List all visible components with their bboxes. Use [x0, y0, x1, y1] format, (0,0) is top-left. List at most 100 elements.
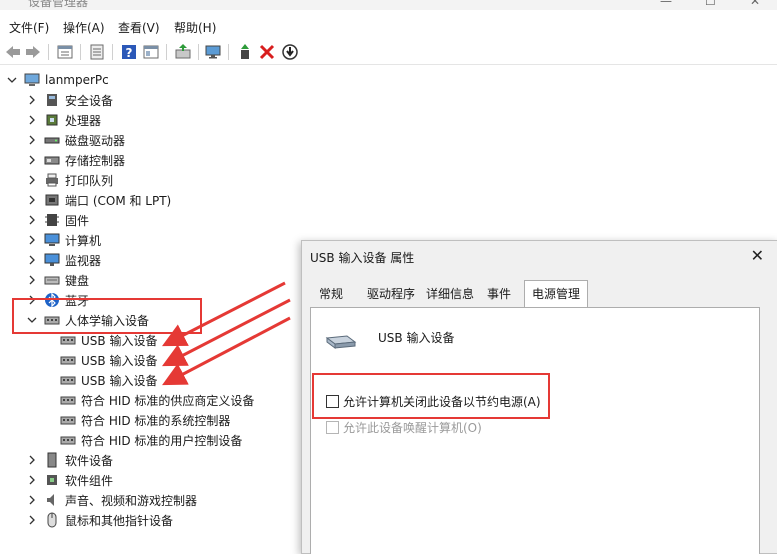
- tree-category[interactable]: 磁盘驱动器: [26, 130, 125, 150]
- back-icon[interactable]: [4, 43, 22, 61]
- tree-category[interactable]: 监视器: [26, 250, 101, 270]
- properties-icon[interactable]: [56, 43, 74, 61]
- toolbar-separator: [112, 44, 113, 60]
- tree-device[interactable]: 符合 HID 标准的系统控制器: [60, 410, 230, 430]
- chevron-right-icon[interactable]: [26, 254, 38, 266]
- tree-category[interactable]: 存储控制器: [26, 150, 125, 170]
- menu-bar: 文件(F) 操作(A) 查看(V) 帮助(H): [0, 14, 777, 38]
- tree-category[interactable]: 安全设备: [26, 90, 113, 110]
- tree-category-label: 打印队列: [65, 173, 114, 188]
- chevron-right-icon[interactable]: [26, 514, 38, 526]
- tree-category-label: 监视器: [65, 253, 102, 268]
- tree-device[interactable]: 符合 HID 标准的用户控制设备: [60, 430, 242, 450]
- update-driver-icon[interactable]: [174, 43, 192, 61]
- chevron-right-icon[interactable]: [26, 174, 38, 186]
- tree-category[interactable]: 键盘: [26, 270, 89, 290]
- toolbar-separator: [48, 44, 49, 60]
- tree-category[interactable]: 处理器: [26, 110, 101, 130]
- storage-controller-icon: [44, 156, 60, 165]
- tab-details[interactable]: 详细信息: [424, 283, 476, 305]
- chevron-right-icon[interactable]: [26, 154, 38, 166]
- menu-view[interactable]: 查看(V): [118, 19, 160, 36]
- tree-device-label: 符合 HID 标准的用户控制设备: [81, 433, 243, 448]
- chevron-right-icon[interactable]: [26, 194, 38, 206]
- hid-device-icon: [60, 416, 76, 425]
- tree-category-label: 存储控制器: [65, 153, 126, 168]
- tree-device[interactable]: 符合 HID 标准的供应商定义设备: [60, 390, 254, 410]
- chevron-right-icon[interactable]: [26, 494, 38, 506]
- sound-icon: [47, 494, 54, 506]
- menu-help[interactable]: 帮助(H): [174, 19, 216, 36]
- tree-category-label: 处理器: [65, 113, 102, 128]
- uninstall-icon[interactable]: [258, 43, 276, 61]
- hid-device-icon: [60, 396, 76, 405]
- chevron-right-icon[interactable]: [26, 114, 38, 126]
- tree-category-label: 声音、视频和游戏控制器: [65, 493, 198, 508]
- hid-device-icon: [60, 336, 76, 345]
- chevron-right-icon[interactable]: [26, 214, 38, 226]
- toolbar-separator: [228, 44, 229, 60]
- tab-events[interactable]: 事件: [482, 283, 516, 305]
- toolbar: ?: [0, 40, 777, 65]
- tree-category[interactable]: 固件: [26, 210, 89, 230]
- toolbar-separator: [198, 44, 199, 60]
- printer-icon: [46, 173, 58, 187]
- menu-file[interactable]: 文件(F): [9, 19, 49, 36]
- tree-category[interactable]: 声音、视频和游戏控制器: [26, 490, 197, 510]
- show-hidden-icon[interactable]: [88, 43, 106, 61]
- minimize-button[interactable]: —: [660, 0, 672, 8]
- tree-device[interactable]: USB 输入设备: [60, 350, 157, 370]
- tree-category[interactable]: 软件设备: [26, 450, 113, 470]
- highlight-power-option: [312, 373, 550, 419]
- forward-icon[interactable]: [24, 43, 42, 61]
- tree-category[interactable]: 鼠标和其他指针设备: [26, 510, 173, 530]
- mouse-icon: [47, 512, 57, 528]
- view-icon[interactable]: [142, 43, 160, 61]
- highlight-hid-category: [12, 298, 202, 334]
- tab-general[interactable]: 常规: [314, 283, 348, 305]
- tree-category[interactable]: 软件组件: [26, 470, 113, 490]
- enable-device-icon[interactable]: [236, 43, 254, 61]
- dialog-close-button[interactable]: ✕: [751, 246, 764, 265]
- tree-category[interactable]: 端口 (COM 和 LPT): [26, 190, 171, 210]
- allow-wake-checkbox: [326, 421, 339, 434]
- tree-category[interactable]: 计算机: [26, 230, 101, 250]
- tree-device[interactable]: USB 输入设备: [60, 370, 157, 390]
- close-window-button[interactable]: ✕: [750, 0, 760, 8]
- monitor-icon[interactable]: [204, 43, 222, 61]
- power-management-panel: USB 输入设备 允许计算机关闭此设备以节约电源(A) 允许此设备唤醒计算机(O…: [310, 307, 760, 554]
- tree-category-label: 软件组件: [65, 473, 114, 488]
- port-icon: [45, 194, 59, 206]
- software-component-icon: [47, 475, 57, 485]
- tree-root[interactable]: lanmperPc: [6, 70, 109, 90]
- tree-category-label: 固件: [65, 213, 90, 228]
- help-icon[interactable]: ?: [120, 43, 138, 61]
- chevron-right-icon[interactable]: [26, 94, 38, 106]
- chevron-right-icon[interactable]: [26, 474, 38, 486]
- chevron-right-icon[interactable]: [26, 134, 38, 146]
- tree-device-label: 符合 HID 标准的系统控制器: [81, 413, 231, 428]
- chevron-right-icon[interactable]: [26, 274, 38, 286]
- tab-driver[interactable]: 驱动程序: [362, 283, 420, 305]
- software-device-icon: [47, 452, 57, 468]
- tree-category[interactable]: 打印队列: [26, 170, 113, 190]
- chevron-right-icon[interactable]: [26, 234, 38, 246]
- processor-icon: [46, 114, 58, 126]
- menu-action[interactable]: 操作(A): [63, 19, 105, 36]
- computer-icon: [44, 233, 60, 246]
- scan-icon[interactable]: [281, 43, 299, 61]
- chevron-right-icon[interactable]: [26, 454, 38, 466]
- svg-text:?: ?: [126, 46, 133, 60]
- tree-category-label: 键盘: [65, 273, 90, 288]
- tree-root-label: lanmperPc: [45, 73, 109, 87]
- tab-power-management[interactable]: 电源管理: [524, 280, 588, 307]
- dialog-title: USB 输入设备 属性: [310, 251, 415, 265]
- disk-drive-icon: [44, 137, 60, 144]
- maximize-button[interactable]: ☐: [705, 0, 716, 8]
- chevron-down-icon[interactable]: [6, 74, 18, 86]
- keyboard-icon: [44, 276, 60, 285]
- tree-device-label: 符合 HID 标准的供应商定义设备: [81, 393, 255, 408]
- window-title: 设备管理器: [28, 0, 89, 9]
- tree-device-label: USB 输入设备: [81, 333, 158, 348]
- tree-category-label: 计算机: [65, 233, 102, 248]
